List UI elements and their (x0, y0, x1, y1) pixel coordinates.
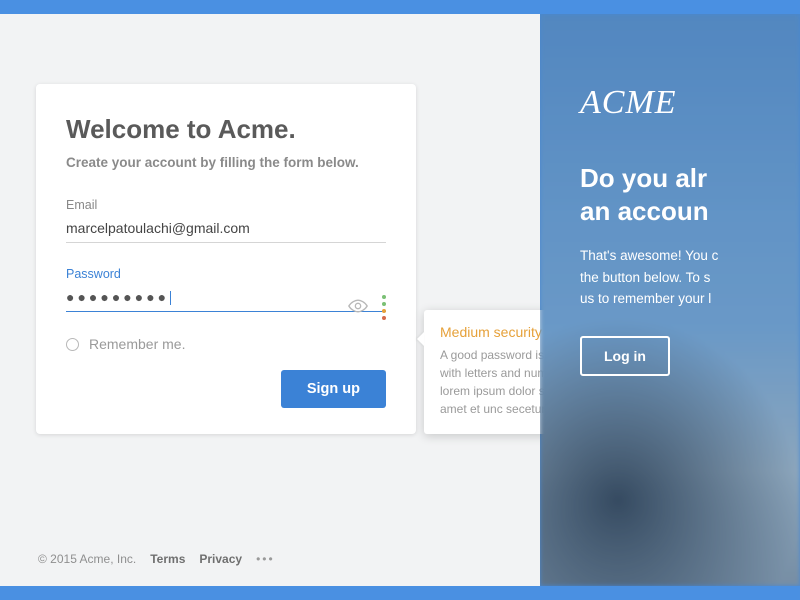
right-panel: ACME Do you alr an accoun That's awesome… (540, 14, 800, 586)
right-body: That's awesome! You c the button below. … (580, 245, 800, 310)
footer-terms-link[interactable]: Terms (150, 552, 185, 566)
card-subheading: Create your account by filling the form … (66, 155, 386, 170)
email-field-group: Email (66, 198, 386, 243)
text-caret (170, 291, 171, 305)
right-heading: Do you alr an accoun (580, 162, 800, 227)
login-button[interactable]: Log in (580, 336, 670, 376)
footer-privacy-link[interactable]: Privacy (199, 552, 242, 566)
signup-button[interactable]: Sign up (281, 370, 386, 408)
email-input[interactable] (66, 216, 386, 243)
signup-card: Welcome to Acme. Create your account by … (36, 84, 416, 434)
right-content: ACME Do you alr an accoun That's awesome… (540, 14, 800, 586)
card-heading: Welcome to Acme. (66, 114, 386, 145)
left-panel: Welcome to Acme. Create your account by … (0, 14, 540, 586)
app-inner: Welcome to Acme. Create your account by … (0, 14, 800, 586)
remember-me-radio[interactable] (66, 338, 79, 351)
footer-copyright: © 2015 Acme, Inc. (38, 552, 136, 566)
footer: © 2015 Acme, Inc. Terms Privacy ••• (38, 552, 275, 566)
password-strength-indicator (382, 295, 386, 320)
signup-row: Sign up (66, 370, 386, 408)
password-label: Password (66, 267, 386, 281)
password-field-group: Password ●●●●●●●●● (66, 267, 386, 312)
brand-logo: ACME (580, 84, 800, 122)
password-input[interactable]: ●●●●●●●●● (66, 285, 386, 312)
eye-icon[interactable] (348, 299, 368, 318)
remember-me-row[interactable]: Remember me. (66, 336, 386, 352)
password-input-wrap[interactable]: ●●●●●●●●● (66, 285, 386, 312)
email-label: Email (66, 198, 386, 212)
app-frame: Welcome to Acme. Create your account by … (0, 0, 800, 600)
more-icon[interactable]: ••• (256, 552, 275, 566)
remember-me-label: Remember me. (89, 336, 185, 352)
